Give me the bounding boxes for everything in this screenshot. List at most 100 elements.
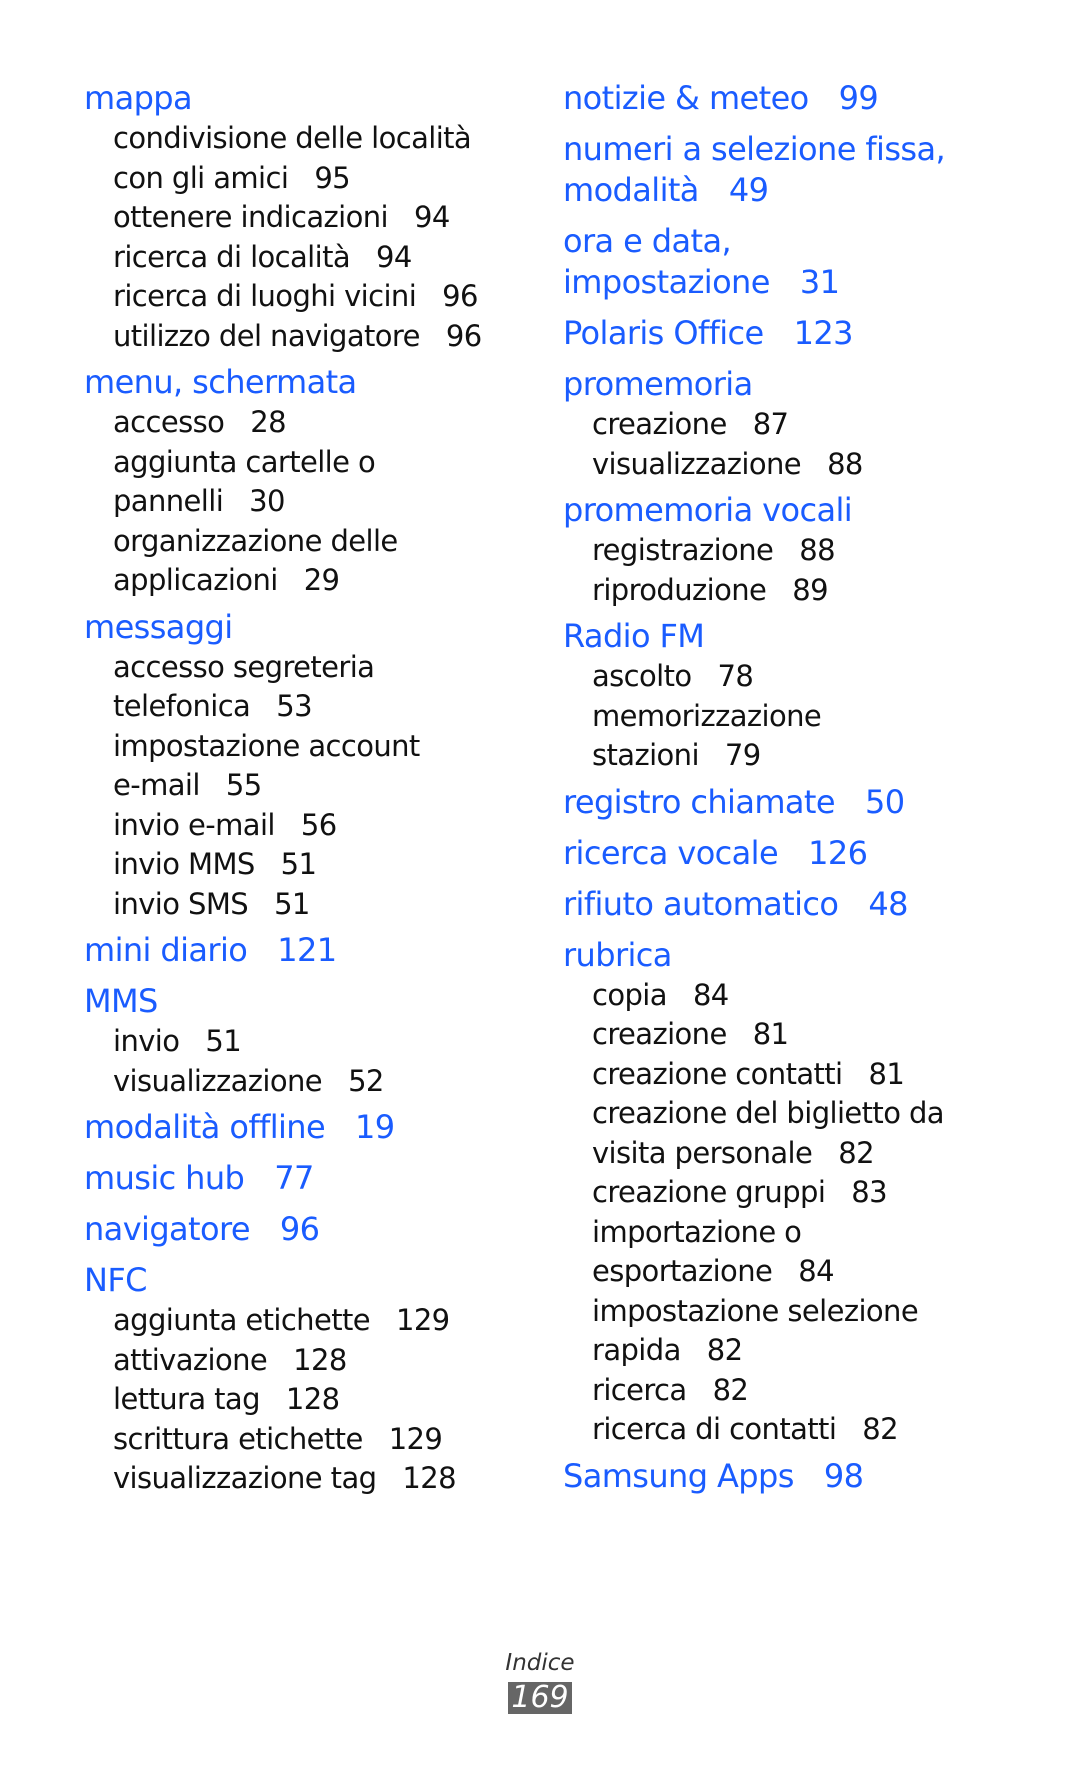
page-reference[interactable]: 81 xyxy=(869,1057,905,1091)
sub-entry-text: applicazioni xyxy=(113,563,278,597)
sub-entry: creazione del biglietto da xyxy=(592,1094,1043,1134)
page-reference[interactable]: 129 xyxy=(396,1303,450,1337)
page-reference[interactable]: 94 xyxy=(414,200,450,234)
page-reference[interactable]: 78 xyxy=(718,659,754,693)
page-reference[interactable]: 51 xyxy=(205,1024,241,1058)
page-reference[interactable]: 82 xyxy=(707,1333,743,1367)
sub-entry-text: utilizzo del navigatore xyxy=(113,318,420,353)
index-entry: notizie & meteo 99 xyxy=(563,78,1043,119)
page-reference[interactable]: 123 xyxy=(794,314,854,352)
sub-entry-text: visualizzazione tag xyxy=(113,1461,377,1495)
index-heading: messaggi xyxy=(84,607,554,648)
index-entry: modalità offline 19 xyxy=(84,1107,554,1148)
sub-entry-text: invio MMS xyxy=(113,847,255,881)
index-heading: mini diario 121 xyxy=(84,930,554,971)
index-entry: promemoria vocali registrazione 88 riproduz… xyxy=(563,490,1043,610)
page-reference[interactable]: 82 xyxy=(838,1136,874,1170)
page-reference[interactable]: 128 xyxy=(402,1461,456,1495)
index-entry: mini diario 121 xyxy=(84,930,554,971)
page-footer: Indice 169 xyxy=(0,1648,1080,1714)
page-reference[interactable]: 56 xyxy=(301,808,337,842)
page-reference[interactable]: 48 xyxy=(868,885,908,923)
sub-entry: con gli amici 95 xyxy=(113,159,554,199)
page-reference[interactable]: 84 xyxy=(798,1254,834,1288)
page-reference[interactable]: 94 xyxy=(376,240,412,274)
sub-entry: copia 84 xyxy=(592,976,1043,1016)
index-entry: Samsung Apps 98 xyxy=(563,1456,1043,1497)
heading-text: ricerca vocale xyxy=(563,833,779,872)
index-entry: Polaris Office 123 xyxy=(563,313,1043,354)
index-entry: promemoria creazione 87 visualizzazione 88 xyxy=(563,364,1043,484)
index-heading: registro chiamate 50 xyxy=(563,782,1043,823)
page-reference[interactable]: 88 xyxy=(799,533,835,567)
index-heading: promemoria xyxy=(563,364,1043,405)
page-reference[interactable]: 82 xyxy=(862,1412,898,1446)
sub-entries: ascolto 78 memorizzazione stazioni 79 xyxy=(563,657,1043,776)
section-title: Indice xyxy=(505,1650,575,1676)
heading-text: Samsung Apps xyxy=(563,1456,794,1495)
page-reference[interactable]: 84 xyxy=(693,978,729,1012)
sub-entry-text: invio e-mail xyxy=(113,807,275,842)
index-column-left: mappa condivisione delle località con gli … xyxy=(84,78,554,1505)
page-reference[interactable]: 30 xyxy=(249,484,285,518)
page-reference[interactable]: 31 xyxy=(800,263,840,301)
sub-entry: applicazioni 29 xyxy=(113,561,554,601)
sub-entry-text: invio xyxy=(113,1024,180,1058)
sub-entry: ottenere indicazioni 94 xyxy=(113,198,554,238)
sub-entry: attivazione 128 xyxy=(113,1341,554,1381)
index-entry: navigatore 96 xyxy=(84,1209,554,1250)
sub-entry-text: creazione del biglietto da xyxy=(592,1096,945,1130)
index-heading: MMS xyxy=(84,981,554,1022)
index-heading: NFC xyxy=(84,1260,554,1301)
page-reference[interactable]: 128 xyxy=(293,1343,347,1377)
sub-entry: aggiunta etichette 129 xyxy=(113,1301,554,1341)
page-reference[interactable]: 50 xyxy=(865,783,905,821)
page-reference[interactable]: 96 xyxy=(446,319,482,353)
page-reference[interactable]: 82 xyxy=(713,1373,749,1407)
page-reference[interactable]: 126 xyxy=(808,834,868,872)
page-reference[interactable]: 89 xyxy=(792,573,828,607)
page-reference[interactable]: 128 xyxy=(286,1382,340,1416)
sub-entry-text: creazione contatti xyxy=(592,1056,843,1091)
page-reference[interactable]: 49 xyxy=(729,171,769,209)
page-reference[interactable]: 129 xyxy=(389,1422,443,1456)
page-reference[interactable]: 53 xyxy=(276,689,312,723)
index-heading: ora e data, xyxy=(563,221,1043,262)
sub-entry: visualizzazione 52 xyxy=(113,1062,554,1102)
page-reference[interactable]: 98 xyxy=(824,1457,864,1495)
index-entry: registro chiamate 50 xyxy=(563,782,1043,823)
page-reference[interactable]: 28 xyxy=(250,405,286,439)
heading-text: rifiuto automatico xyxy=(563,884,839,923)
page-reference[interactable]: 121 xyxy=(277,931,337,969)
page-reference[interactable]: 51 xyxy=(274,887,310,921)
sub-entries: creazione 87 visualizzazione 88 xyxy=(563,405,1043,484)
page-reference[interactable]: 19 xyxy=(355,1108,395,1146)
page-reference[interactable]: 81 xyxy=(753,1017,789,1051)
sub-entry-text: ricerca xyxy=(592,1372,687,1407)
sub-entries: accesso segreteria telefonica 53 impostazio… xyxy=(84,648,554,925)
page-reference[interactable]: 79 xyxy=(725,738,761,772)
page-reference[interactable]: 96 xyxy=(280,1210,320,1248)
page-reference[interactable]: 95 xyxy=(314,161,350,195)
sub-entry-text: impostazione selezione xyxy=(592,1293,919,1328)
page-reference[interactable]: 77 xyxy=(274,1159,314,1197)
index-entry: music hub 77 xyxy=(84,1158,554,1199)
heading-text: MMS xyxy=(84,982,158,1020)
sub-entry: impostazione selezione xyxy=(592,1292,1043,1332)
page-reference[interactable]: 88 xyxy=(827,447,863,481)
page-reference[interactable]: 51 xyxy=(281,847,317,881)
sub-entry-text: aggiunta etichette xyxy=(113,1303,371,1337)
page-reference[interactable]: 83 xyxy=(851,1175,887,1209)
page-reference[interactable]: 99 xyxy=(839,79,879,117)
index-heading: notizie & meteo 99 xyxy=(563,78,1043,119)
page-reference[interactable]: 96 xyxy=(442,279,478,313)
page-reference[interactable]: 52 xyxy=(348,1064,384,1098)
heading-text: Radio FM xyxy=(563,617,705,655)
page-reference[interactable]: 29 xyxy=(304,563,340,597)
sub-entry-text: impostazione account xyxy=(113,728,420,763)
sub-entry-text: registrazione xyxy=(592,533,774,567)
page-reference[interactable]: 55 xyxy=(226,768,262,802)
heading-text: NFC xyxy=(84,1261,147,1299)
index-heading: music hub 77 xyxy=(84,1158,554,1199)
page-reference[interactable]: 87 xyxy=(753,407,789,441)
